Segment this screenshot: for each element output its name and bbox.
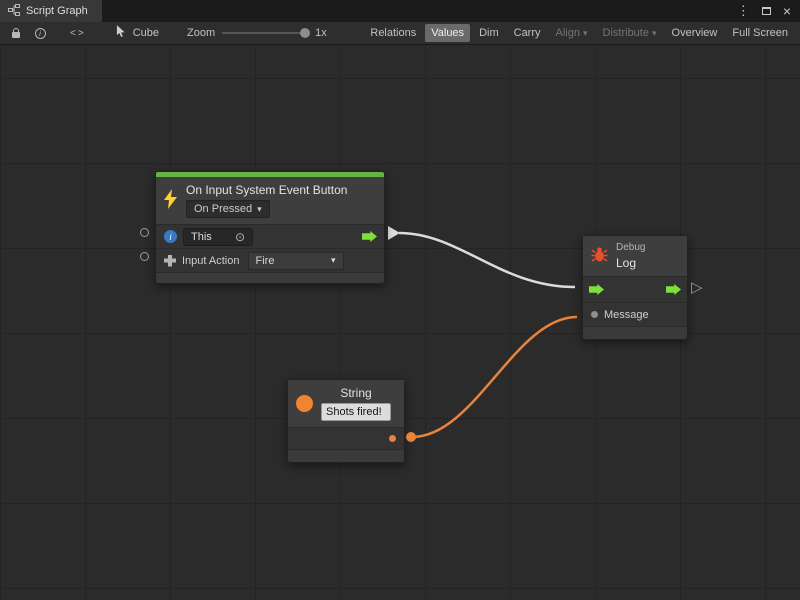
graph-toolbar: i <> Cube Zoom 1x Relations Values Dim C… — [0, 22, 800, 45]
lock-icon — [12, 32, 20, 38]
node-category: Debug — [616, 242, 645, 253]
input-action-row: Input Action Fire ▾ — [156, 249, 384, 273]
node-footer — [288, 450, 404, 462]
chevron-down-icon: ▾ — [652, 29, 657, 38]
toolbar-buttons: Relations Values Dim Carry Align▾ Distri… — [364, 24, 796, 42]
object-picker-icon[interactable]: ⊙ — [235, 231, 245, 243]
node-debug-log[interactable]: Debug Log Message — [582, 235, 688, 340]
maximize-button[interactable] — [762, 7, 771, 15]
toolbar-button-distribute[interactable]: Distribute▾ — [597, 24, 663, 42]
this-target-field[interactable]: This ⊙ — [183, 228, 253, 246]
toolbar-button-overview[interactable]: Overview — [666, 24, 724, 42]
chevron-down-icon: ▾ — [331, 256, 336, 265]
toolbar-button-values[interactable]: Values — [425, 24, 470, 42]
flow-continuation-icon[interactable]: ▷ — [691, 280, 703, 295]
connection-wire-message[interactable] — [412, 317, 577, 437]
toolbar-button-align[interactable]: Align▾ — [550, 24, 594, 42]
flow-wire-arrowhead-icon — [388, 226, 400, 240]
zoom-value: 1x — [315, 27, 327, 39]
flow-row — [583, 277, 687, 303]
zoom-control: Zoom 1x — [187, 27, 327, 39]
graph-icon — [8, 4, 20, 19]
string-node-header: String — [288, 380, 404, 428]
event-action-port[interactable] — [140, 252, 149, 261]
node-string-literal[interactable]: String — [287, 379, 405, 463]
context-label: Cube — [133, 27, 159, 39]
toolbar-button-relations[interactable]: Relations — [364, 24, 422, 42]
event-node-header: On Input System Event Button On Pressed … — [156, 177, 384, 225]
tab-script-graph[interactable]: Script Graph — [0, 0, 102, 22]
info-icon: i — [164, 230, 177, 243]
info-icon: i — [35, 28, 46, 39]
string-type-icon — [296, 395, 313, 412]
window-menu-button[interactable]: ⋮ — [737, 3, 750, 19]
message-label: Message — [604, 309, 649, 321]
bug-icon — [591, 246, 608, 266]
string-output-port[interactable] — [389, 435, 396, 442]
info-button[interactable]: i — [28, 22, 52, 44]
window-controls: ⋮ × — [737, 0, 800, 22]
tab-title: Script Graph — [26, 5, 88, 17]
string-output-row — [288, 428, 404, 450]
flow-output-port[interactable] — [362, 231, 377, 242]
input-action-icon — [164, 255, 176, 267]
this-row: i This ⊙ — [156, 225, 384, 249]
connection-wire-flow[interactable] — [399, 233, 575, 287]
event-self-port[interactable] — [140, 228, 149, 237]
lock-button[interactable] — [4, 22, 28, 44]
node-footer — [583, 327, 687, 339]
node-on-input-system-event-button[interactable]: On Input System Event Button On Pressed … — [155, 171, 385, 284]
window-tab-bar: Script Graph ⋮ × — [0, 0, 800, 22]
toolbar-button-full-screen[interactable]: Full Screen — [726, 24, 794, 42]
chevron-down-icon: ▾ — [583, 29, 588, 38]
input-action-label: Input Action — [182, 255, 240, 267]
graph-canvas[interactable]: On Input System Event Button On Pressed … — [0, 45, 800, 600]
zoom-label: Zoom — [187, 27, 215, 39]
flow-input-port[interactable] — [589, 284, 604, 295]
chevron-down-icon: ▾ — [257, 205, 262, 214]
string-wire-port[interactable] — [406, 432, 416, 442]
toolbar-button-carry[interactable]: Carry — [508, 24, 547, 42]
string-value-input[interactable] — [321, 403, 391, 421]
flow-output-port[interactable] — [666, 284, 681, 295]
graph-context[interactable]: Cube — [116, 25, 159, 41]
close-button[interactable]: × — [783, 4, 791, 18]
node-footer — [156, 273, 384, 283]
toolbar-button-dim[interactable]: Dim — [473, 24, 505, 42]
debug-node-header: Debug Log — [583, 236, 687, 277]
cursor-icon — [116, 25, 127, 41]
trigger-dropdown[interactable]: On Pressed ▾ — [186, 200, 270, 218]
message-row: Message — [583, 303, 687, 327]
node-title: On Input System Event Button — [186, 183, 347, 197]
input-action-dropdown[interactable]: Fire ▾ — [248, 252, 344, 270]
zoom-slider[interactable] — [222, 32, 308, 34]
node-title: Log — [616, 256, 645, 270]
node-title: String — [340, 386, 371, 400]
lightning-icon — [164, 189, 178, 212]
message-input-port[interactable] — [591, 311, 598, 318]
code-view-button[interactable]: <> — [70, 28, 86, 39]
zoom-slider-knob[interactable] — [300, 28, 310, 38]
